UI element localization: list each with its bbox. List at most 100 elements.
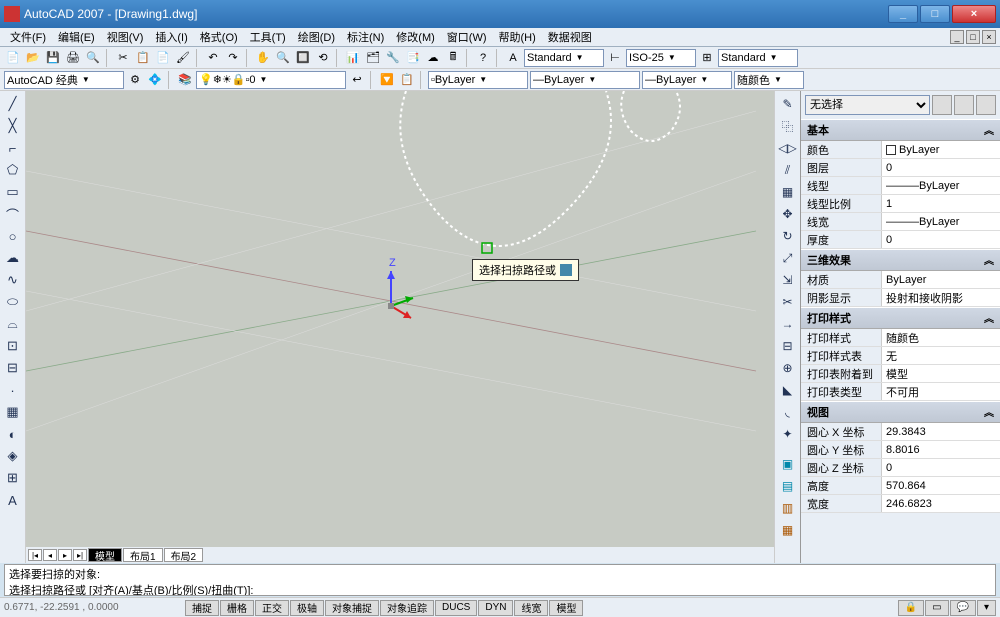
plottype-value[interactable]: 不可用 <box>881 383 1000 400</box>
zoomwin-icon[interactable]: 🔲 <box>294 49 312 67</box>
color-select[interactable]: ▫ ByLayer▼ <box>428 71 528 89</box>
mtext-icon[interactable]: A <box>3 490 23 510</box>
dim-style-select[interactable]: ISO-25▼ <box>626 49 696 67</box>
centerz-value[interactable]: 0 <box>881 459 1000 476</box>
doc-close[interactable]: × <box>982 30 996 44</box>
layer-select[interactable]: 💡❄☀🔒▫ 0▼ <box>196 71 346 89</box>
tray-menu-icon[interactable]: ▾ <box>977 600 996 616</box>
tablestyle-icon[interactable]: ⊞ <box>698 49 716 67</box>
tab-prev[interactable]: ◂ <box>43 549 57 561</box>
doc-minimize[interactable]: _ <box>950 30 964 44</box>
line-icon[interactable]: ╱ <box>3 94 23 114</box>
mirror-icon[interactable]: ◁▷ <box>778 138 798 158</box>
tab-next[interactable]: ▸ <box>58 549 72 561</box>
lwt-toggle[interactable]: 线宽 <box>514 600 548 616</box>
material-value[interactable]: ByLayer <box>881 271 1000 288</box>
menu-dataview[interactable]: 数据视图 <box>542 29 598 45</box>
chamfer-icon[interactable]: ◣ <box>778 380 798 400</box>
zoomprev-icon[interactable]: ⟲ <box>314 49 332 67</box>
section-3dfx[interactable]: 三维效果︽ <box>801 249 1000 271</box>
dyn-toggle[interactable]: DYN <box>478 600 513 616</box>
paste-icon[interactable]: 📄 <box>154 49 172 67</box>
shadow-value[interactable]: 投射和接收阴影 <box>881 289 1000 306</box>
section-basic[interactable]: 基本︽ <box>801 119 1000 141</box>
model-toggle[interactable]: 模型 <box>549 600 583 616</box>
snap-toggle[interactable]: 捕捉 <box>185 600 219 616</box>
tab-first[interactable]: |◂ <box>28 549 42 561</box>
section-print[interactable]: 打印样式︽ <box>801 307 1000 329</box>
ellipsearc-icon[interactable]: ⌓ <box>3 314 23 334</box>
drawing-canvas[interactable]: Z 选择扫掠路径或 <box>26 91 774 547</box>
textstyle-icon[interactable]: A <box>504 49 522 67</box>
osnap-toggle[interactable]: 对象捕捉 <box>325 600 379 616</box>
help-icon[interactable]: ? <box>474 49 492 67</box>
join-icon[interactable]: ⊕ <box>778 358 798 378</box>
section-view[interactable]: 视图︽ <box>801 401 1000 423</box>
layer-state-icon[interactable]: 📋 <box>398 71 416 89</box>
rotate-icon[interactable]: ↻ <box>778 226 798 246</box>
new-icon[interactable]: 📄 <box>4 49 22 67</box>
tray-lock-icon[interactable]: 🔒 <box>898 600 924 616</box>
color-value[interactable]: ByLayer <box>881 141 1000 158</box>
preview-icon[interactable]: 🔍 <box>84 49 102 67</box>
ducs-toggle[interactable]: DUCS <box>435 600 477 616</box>
tool1-icon[interactable]: ▣ <box>778 454 798 474</box>
props-icon[interactable]: 📊 <box>344 49 362 67</box>
menu-modify[interactable]: 修改(M) <box>390 29 441 45</box>
ssm-icon[interactable]: 📑 <box>404 49 422 67</box>
ws-settings-icon[interactable]: ⚙ <box>126 71 144 89</box>
tool3-icon[interactable]: ▥ <box>778 498 798 518</box>
offset-icon[interactable]: ⫽ <box>778 160 798 180</box>
circle-icon[interactable]: ○ <box>3 226 23 246</box>
doc-restore[interactable]: □ <box>966 30 980 44</box>
menu-window[interactable]: 窗口(W) <box>441 29 493 45</box>
polygon-icon[interactable]: ⬠ <box>3 160 23 180</box>
ortho-toggle[interactable]: 正交 <box>255 600 289 616</box>
ltscale-value[interactable]: 1 <box>881 195 1000 212</box>
break-icon[interactable]: ⊟ <box>778 336 798 356</box>
gradient-icon[interactable]: ◐ <box>3 424 23 444</box>
toggle-pickadd-icon[interactable] <box>976 95 996 115</box>
text-style-select[interactable]: Standard▼ <box>524 49 604 67</box>
thickness-value[interactable]: 0 <box>881 231 1000 248</box>
arc-icon[interactable]: ⌒ <box>3 204 23 224</box>
layer-prev-icon[interactable]: ↩ <box>348 71 366 89</box>
spline-icon[interactable]: ∿ <box>3 270 23 290</box>
calc-icon[interactable]: 🖩 <box>444 49 462 67</box>
trim-icon[interactable]: ✂ <box>778 292 798 312</box>
layer-mgr-icon[interactable]: 📚 <box>176 71 194 89</box>
menu-view[interactable]: 视图(V) <box>101 29 150 45</box>
menu-edit[interactable]: 编辑(E) <box>52 29 101 45</box>
linetype-select[interactable]: — ByLayer▼ <box>530 71 640 89</box>
extend-icon[interactable]: → <box>778 314 798 334</box>
lineweight-select[interactable]: — ByLayer▼ <box>642 71 732 89</box>
scale-icon[interactable]: ⤢ <box>778 248 798 268</box>
table-style-select[interactable]: Standard▼ <box>718 49 798 67</box>
layer-filter-icon[interactable]: 🔽 <box>378 71 396 89</box>
grid-toggle[interactable]: 栅格 <box>220 600 254 616</box>
menu-draw[interactable]: 绘图(D) <box>292 29 341 45</box>
tab-layout2[interactable]: 布局2 <box>164 548 204 562</box>
array-icon[interactable]: ▦ <box>778 182 798 202</box>
command-line[interactable]: 选择要扫掠的对象: 选择扫掠路径或 [对齐(A)/基点(B)/比例(S)/扭曲(… <box>4 564 996 596</box>
table-icon[interactable]: ⊞ <box>3 468 23 488</box>
plottable-value[interactable]: 无 <box>881 347 1000 364</box>
erase-icon[interactable]: ✎ <box>778 94 798 114</box>
pan-icon[interactable]: ✋ <box>254 49 272 67</box>
otrack-toggle[interactable]: 对象追踪 <box>380 600 434 616</box>
tab-last[interactable]: ▸| <box>73 549 87 561</box>
revcloud-icon[interactable]: ☁ <box>3 248 23 268</box>
stretch-icon[interactable]: ⇲ <box>778 270 798 290</box>
centery-value[interactable]: 8.8016 <box>881 441 1000 458</box>
fillet-icon[interactable]: ◟ <box>778 402 798 422</box>
cut-icon[interactable]: ✂ <box>114 49 132 67</box>
menu-insert[interactable]: 插入(I) <box>149 29 193 45</box>
tab-model[interactable]: 模型 <box>88 548 122 562</box>
block-icon[interactable]: ⊡ <box>3 336 23 356</box>
width-value[interactable]: 246.6823 <box>881 495 1000 512</box>
polar-toggle[interactable]: 极轴 <box>290 600 324 616</box>
tray-comm-icon[interactable]: 💬 <box>950 600 976 616</box>
ws-save-icon[interactable]: 💠 <box>146 71 164 89</box>
centerx-value[interactable]: 29.3843 <box>881 423 1000 440</box>
save-icon[interactable]: 💾 <box>44 49 62 67</box>
